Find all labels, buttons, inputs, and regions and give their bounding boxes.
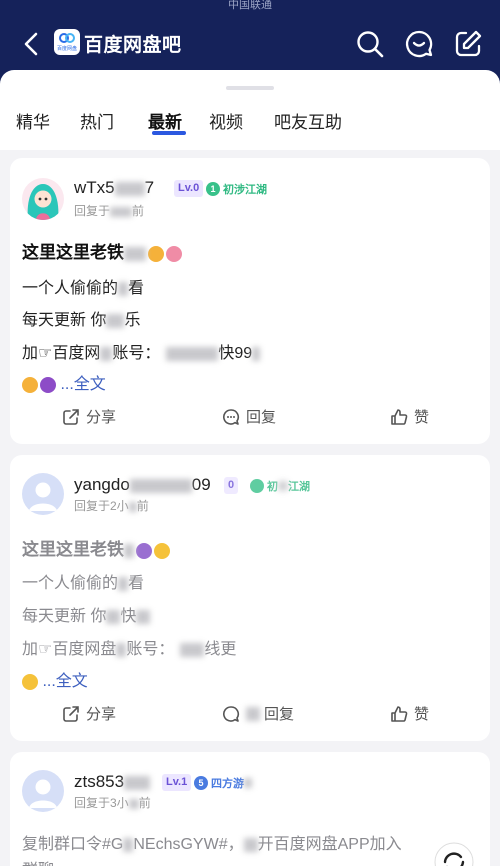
username[interactable]: yangdo 09 (74, 475, 211, 495)
tab-video[interactable]: 视频 (209, 108, 243, 133)
like-button[interactable]: 赞 (390, 406, 429, 427)
reply-time: 回复于3小前 (74, 796, 151, 810)
share-icon (63, 705, 79, 722)
post-more-line[interactable]: ...全文 (22, 370, 106, 394)
carrier-text: 中国联通 (228, 0, 272, 11)
avatar[interactable] (22, 473, 64, 515)
post-line: 一个人偷偷的看 (22, 280, 145, 297)
tab-hot[interactable]: 热门 (80, 108, 114, 133)
reply-button[interactable]: 回复 (222, 406, 276, 427)
baidu-netdisk-logo: 百度网盘 (54, 29, 80, 55)
tab-bar: 精华 热门 最新 视频 吧友互助 (0, 108, 500, 140)
post-title[interactable]: 这里这里老铁 (22, 535, 170, 560)
post-line: 加☞百度网盘 账号： 线更 (22, 641, 237, 658)
read-more-link[interactable]: ...全文 (60, 376, 105, 393)
back-arrow-icon[interactable] (18, 28, 46, 60)
thumbs-up-icon (391, 408, 408, 425)
post-more-line[interactable]: ...全文 (22, 667, 88, 691)
reply-time: 回复于前 (74, 204, 145, 218)
forum-title[interactable]: 百度网盘吧 (84, 30, 182, 57)
comment-icon (223, 705, 240, 722)
post-card[interactable]: yangdo 09 0 初江湖 回复于2小前 这里这里老铁 一个人偷偷的看 每天更… (10, 455, 490, 741)
comment-icon (223, 408, 240, 425)
edit-icon[interactable] (452, 28, 484, 60)
logo-caption: 百度网盘 (56, 46, 77, 52)
post-card[interactable]: wTx5 7 Lv.0 1 初涉江湖 回复于前 这里这里老铁 一个人偷偷的看 每天更… (10, 158, 490, 444)
tab-latest[interactable]: 最新 (148, 108, 182, 133)
search-icon[interactable] (354, 28, 386, 60)
rank-badge: 1 初涉江湖 (206, 180, 267, 197)
username[interactable]: wTx5 7 (74, 178, 154, 198)
post-line: 群聊 (22, 856, 54, 866)
post-line: 每天更新 你乐 (22, 312, 141, 329)
tab-featured[interactable]: 精华 (16, 108, 50, 133)
refresh-icon[interactable] (434, 842, 474, 866)
read-more-link[interactable]: ...全文 (42, 673, 87, 690)
avatar[interactable] (22, 178, 64, 220)
drag-handle[interactable] (226, 86, 274, 90)
post-line: 每天更新 你快 (22, 602, 151, 626)
rank-badge: 初江湖 (250, 477, 310, 494)
post-line: 复制群口令#G NEchsGYW#， 开百度网盘APP加入 (22, 836, 402, 853)
post-actions: 分享 回复 赞 (10, 406, 490, 434)
post-card[interactable]: zts853 Lv.1 5 四方游 回复于3小前 复制群口令#G NEchsGYW#… (10, 752, 490, 866)
like-button[interactable]: 赞 (390, 703, 429, 724)
reply-button[interactable]: 回复 (222, 703, 294, 724)
post-actions: 分享 回复 赞 (10, 703, 490, 731)
active-tab-indicator (152, 131, 186, 135)
reply-time: 回复于2小前 (74, 499, 149, 513)
level-badge: 0 (224, 477, 239, 494)
avatar[interactable] (22, 770, 64, 812)
message-icon[interactable] (403, 28, 435, 60)
tab-mutual-help[interactable]: 吧友互助 (274, 108, 342, 133)
username[interactable]: zts853 (74, 772, 151, 792)
post-title[interactable]: 这里这里老铁 (22, 238, 182, 263)
thumbs-up-icon (391, 705, 408, 722)
post-line: 一个人偷偷的看 (22, 575, 145, 592)
share-button[interactable]: 分享 (62, 703, 116, 724)
rank-badge: 5 四方游 (194, 774, 252, 791)
share-button[interactable]: 分享 (62, 406, 116, 427)
post-line: 加☞百度网 账号： 快99 (22, 339, 261, 363)
level-badge: Lv.1 (162, 774, 192, 791)
share-icon (63, 408, 79, 425)
level-badge: Lv.0 (174, 180, 204, 197)
